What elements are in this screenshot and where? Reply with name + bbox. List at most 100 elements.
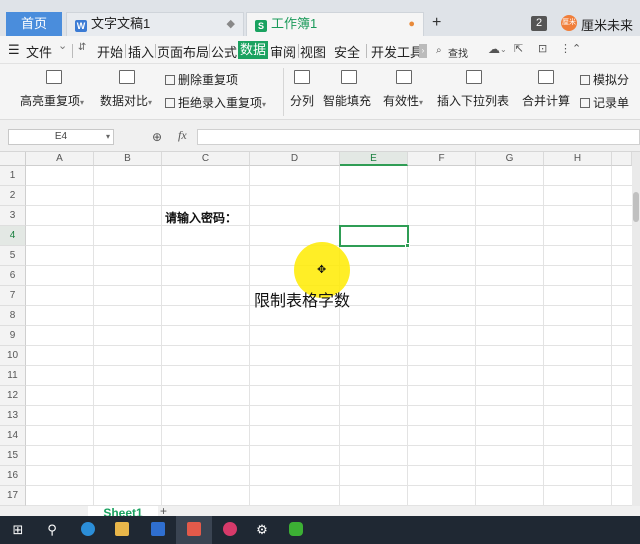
chevron-right-icon[interactable]: ›: [419, 44, 427, 58]
column-header-c[interactable]: C: [162, 152, 250, 166]
formula-input[interactable]: [197, 129, 640, 145]
delete-duplicates-button[interactable]: 删除重复项: [165, 71, 238, 88]
user-name[interactable]: 厘米未来: [581, 15, 633, 34]
row-header-1[interactable]: 1: [0, 166, 26, 186]
column-header-d[interactable]: D: [250, 152, 340, 166]
windows-start-icon[interactable]: ⊞: [0, 516, 36, 544]
fill-handle[interactable]: [405, 243, 410, 248]
search-icon[interactable]: ⚲: [34, 516, 70, 544]
menu-icon[interactable]: ☰: [8, 42, 20, 58]
user-avatar-icon[interactable]: 厘米: [561, 15, 577, 31]
select-all-corner[interactable]: [0, 152, 26, 166]
column-header-b[interactable]: B: [94, 152, 162, 166]
wechat-icon[interactable]: [278, 516, 314, 544]
fx-icon[interactable]: fx: [178, 128, 187, 143]
tab-home[interactable]: 首页: [6, 12, 62, 36]
row-header-6[interactable]: 6: [0, 266, 26, 286]
wps-writer-icon[interactable]: [140, 516, 176, 544]
column-header-g[interactable]: G: [476, 152, 544, 166]
tab-workbook[interactable]: S 工作簿1 ●: [246, 12, 424, 36]
row-header-12[interactable]: 12: [0, 386, 26, 406]
zoom-icon[interactable]: ⊕: [152, 130, 162, 144]
spreadsheet-grid[interactable]: A B C D E F G H 1 2 3 4 5 6 7 8 9 10 11 …: [0, 152, 640, 506]
record-form-button[interactable]: 记录单: [580, 94, 629, 111]
column-header-a[interactable]: A: [26, 152, 94, 166]
tab-bar: 首页 W 文字文稿1 ◆ S 工作簿1 ● + 2 厘米 厘米未来: [0, 0, 640, 36]
row-header-8[interactable]: 8: [0, 306, 26, 326]
export-icon[interactable]: ⊡: [538, 42, 547, 55]
delete-duplicates-label: 删除重复项: [178, 73, 239, 87]
media-app-icon[interactable]: [212, 516, 248, 544]
vertical-scrollbar[interactable]: [632, 152, 640, 506]
insert-dropdown-button[interactable]: 插入下拉列表: [437, 92, 509, 109]
more-icon[interactable]: ⋮: [560, 42, 571, 55]
smart-fill-button[interactable]: 智能填充: [323, 92, 371, 109]
menu-review[interactable]: 审阅: [270, 42, 296, 61]
spreadsheet-icon: S: [255, 20, 267, 32]
menu-view[interactable]: 视图: [300, 42, 326, 61]
quick-access-icon[interactable]: ⇵: [78, 42, 86, 53]
column-header-i[interactable]: [612, 152, 632, 166]
row-header-9[interactable]: 9: [0, 326, 26, 346]
highlight-duplicates-icon: [46, 70, 62, 84]
row-header-14[interactable]: 14: [0, 426, 26, 446]
chevron-down-icon[interactable]: ▾: [106, 130, 110, 144]
unsaved-dot-icon[interactable]: ●: [408, 13, 415, 35]
selected-cell-e4[interactable]: [339, 225, 409, 247]
sheet-tab-bar: Sheet1 +: [0, 506, 640, 516]
edge-browser-icon[interactable]: [70, 516, 106, 544]
row-header-16[interactable]: 16: [0, 466, 26, 486]
add-sheet-button[interactable]: +: [160, 506, 167, 516]
consolidate-icon: [538, 70, 554, 84]
wps-spreadsheet-icon[interactable]: [176, 516, 212, 544]
row-header-3[interactable]: 3: [0, 206, 26, 226]
column-header-e[interactable]: E: [340, 152, 408, 166]
data-compare-label: 数据对比: [100, 94, 149, 108]
window-count-badge[interactable]: 2: [531, 16, 547, 31]
menu-formula[interactable]: 公式: [211, 42, 237, 61]
menu-security[interactable]: 安全: [334, 42, 360, 61]
menu-page-layout[interactable]: 页面布局: [157, 42, 209, 61]
expand-icon[interactable]: ⌃: [572, 42, 581, 55]
row-header-7[interactable]: 7: [0, 286, 26, 306]
search-icon[interactable]: ⌕: [436, 45, 442, 56]
consolidate-button[interactable]: 合并计算: [522, 92, 570, 109]
row-header-13[interactable]: 13: [0, 406, 26, 426]
validity-button[interactable]: 有效性▾: [383, 92, 423, 109]
column-header-f[interactable]: F: [408, 152, 476, 166]
share-icon[interactable]: ⇱: [514, 42, 523, 55]
reject-duplicates-button[interactable]: 拒绝录入重复项▾: [165, 94, 266, 111]
cell-c3[interactable]: 请输入密码：: [165, 209, 237, 226]
tab-document[interactable]: W 文字文稿1 ◆: [66, 12, 244, 36]
close-icon[interactable]: ◆: [227, 13, 235, 35]
new-tab-button[interactable]: +: [432, 14, 441, 32]
row-header-11[interactable]: 11: [0, 366, 26, 386]
menu-developer[interactable]: 开发工具: [371, 42, 419, 61]
column-header-h[interactable]: H: [544, 152, 612, 166]
sheet-tab-sheet1[interactable]: Sheet1: [88, 506, 158, 516]
menu-insert[interactable]: 插入: [128, 42, 154, 61]
row-header-5[interactable]: 5: [0, 246, 26, 266]
search-label[interactable]: 查找: [448, 45, 468, 60]
split-columns-button[interactable]: 分列: [290, 92, 314, 109]
file-explorer-icon[interactable]: [104, 516, 140, 544]
chevron-down-icon[interactable]: ⌄: [58, 39, 67, 52]
row-header-10[interactable]: 10: [0, 346, 26, 366]
smart-fill-icon: [341, 70, 357, 84]
row-header-15[interactable]: 15: [0, 446, 26, 466]
menu-data[interactable]: 数据: [238, 41, 269, 59]
data-compare-button[interactable]: 数据对比▾: [100, 92, 152, 109]
row-header-2[interactable]: 2: [0, 186, 26, 206]
simulate-button[interactable]: 模拟分: [580, 71, 629, 88]
name-box[interactable]: E4 ▾: [8, 129, 114, 145]
highlight-duplicates-button[interactable]: 高亮重复项▾: [20, 92, 84, 109]
name-box-value: E4: [54, 131, 68, 142]
row-header-17[interactable]: 17: [0, 486, 26, 506]
row-header-4[interactable]: 4: [0, 226, 26, 246]
cloud-icon[interactable]: ☁: [488, 42, 500, 56]
settings-gear-icon[interactable]: ⚙: [244, 516, 280, 544]
menu-start[interactable]: 开始: [97, 42, 123, 61]
chevron-down-icon[interactable]: ⌄: [500, 45, 507, 54]
menu-file[interactable]: 文件: [26, 42, 52, 61]
scrollbar-thumb[interactable]: [633, 192, 639, 222]
